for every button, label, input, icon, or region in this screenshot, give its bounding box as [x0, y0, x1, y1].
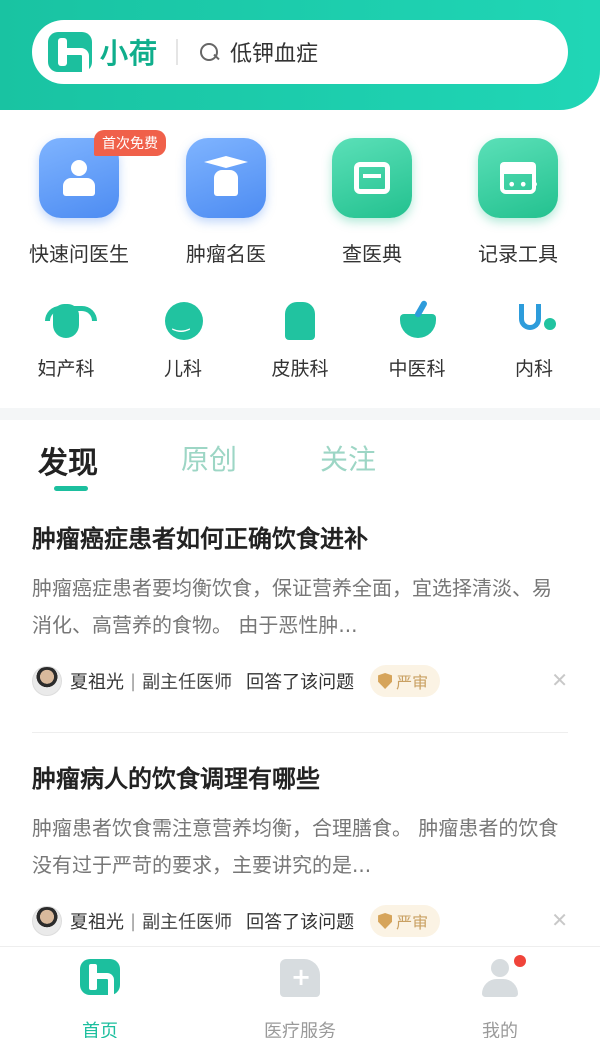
- article-card[interactable]: 肿瘤病人的饮食调理有哪些 肿瘤患者饮食需注意营养均衡，合理膳食。 肿瘤患者的饮食…: [32, 762, 568, 938]
- department-label: 中医科: [388, 358, 446, 380]
- app-logo: 小荷: [48, 32, 159, 73]
- author-name[interactable]: 夏祖光: [70, 668, 124, 694]
- department-tcm[interactable]: 中医科: [367, 300, 467, 381]
- department-pediatrics[interactable]: 儿科: [133, 300, 233, 381]
- department-label: 内科: [514, 358, 553, 380]
- author-title: 副主任医师: [142, 672, 233, 693]
- quick-entry-label: 查医典: [342, 242, 402, 266]
- shield-icon: [378, 913, 393, 929]
- answer-action: 回答了该问题: [246, 912, 355, 933]
- department-label: 皮肤科: [271, 358, 329, 380]
- article-title[interactable]: 肿瘤病人的饮食调理有哪些: [32, 762, 568, 796]
- department-label: 儿科: [163, 358, 202, 380]
- notification-dot: [514, 955, 526, 967]
- bottom-nav: 首页 医疗服务 我的: [0, 946, 600, 1038]
- quick-entry-oncology-experts[interactable]: 肿瘤名医: [161, 138, 291, 267]
- review-badge: 严审: [370, 665, 441, 697]
- article-card[interactable]: 肿瘤癌症患者如何正确饮食进补 肿瘤癌症患者要均衡饮食，保证营养全面，宜选择清淡、…: [32, 522, 568, 698]
- book-icon: [332, 138, 412, 218]
- department-label: 妇产科: [37, 358, 95, 380]
- nav-medical-services[interactable]: 医疗服务: [225, 959, 375, 1038]
- nav-profile[interactable]: 我的: [425, 955, 575, 1038]
- quick-entry-record-tools[interactable]: 记录工具: [453, 138, 583, 267]
- nav-label: 首页: [82, 1021, 118, 1038]
- tab-following[interactable]: 关注: [320, 438, 376, 478]
- department-shortcuts: 妇产科 儿科 皮肤科 中医科 内科: [0, 300, 600, 390]
- graduate-doctor-icon: [186, 138, 266, 218]
- article-summary: 肿瘤癌症患者要均衡饮食，保证营养全面，宜选择清淡、易消化、高营养的食物。 由于恶…: [32, 576, 552, 637]
- quick-entry-label: 快速问医生: [29, 242, 129, 266]
- department-obstetrics[interactable]: 妇产科: [16, 300, 116, 381]
- divider: [32, 732, 568, 733]
- article-summary: 肿瘤患者饮食需注意营养均衡，合理膳食。 肿瘤患者的饮食没有过于严苛的要求，主要讲…: [32, 816, 559, 877]
- quick-entry-label: 记录工具: [478, 242, 558, 266]
- stethoscope-icon: [511, 300, 557, 342]
- active-tab-indicator: [54, 486, 88, 491]
- logo-text: 小荷: [100, 37, 159, 70]
- department-dermatology[interactable]: 皮肤科: [250, 300, 350, 381]
- user-icon: [480, 955, 526, 999]
- header: 小荷 低钾血症: [0, 0, 600, 110]
- review-badge: 严审: [370, 905, 441, 937]
- search-bar[interactable]: 小荷 低钾血症: [32, 20, 568, 84]
- close-icon[interactable]: ✕: [551, 668, 568, 692]
- nav-label: 医疗服务: [264, 1021, 336, 1038]
- divider: [176, 39, 179, 65]
- free-badge: 首次免费: [94, 130, 166, 156]
- author-title: 副主任医师: [142, 912, 233, 933]
- author-name[interactable]: 夏祖光: [70, 908, 124, 934]
- quick-entry-ask-doctor[interactable]: 首次免费 快速问医生: [14, 130, 166, 267]
- avatar[interactable]: [32, 666, 62, 696]
- calendar-icon: [478, 138, 558, 218]
- child-face-icon: [160, 300, 206, 342]
- uterus-icon: [43, 300, 97, 342]
- article-meta: 夏祖光 | 副主任医师 回答了该问题 严审 ✕: [32, 904, 568, 938]
- home-logo-icon: [80, 959, 120, 999]
- quick-entry-label: 肿瘤名医: [186, 242, 266, 266]
- article-title[interactable]: 肿瘤癌症患者如何正确饮食进补: [32, 522, 568, 556]
- shield-icon: [378, 673, 393, 689]
- search-input[interactable]: 低钾血症: [230, 36, 318, 68]
- nav-home[interactable]: 首页: [25, 959, 175, 1038]
- hospital-icon: [280, 959, 320, 999]
- quick-entries: 首次免费 快速问医生 肿瘤名医 查医典 记录工具: [0, 130, 600, 273]
- search-icon: [198, 41, 220, 63]
- department-internal-medicine[interactable]: 内科: [484, 300, 584, 381]
- meta-separator: |: [130, 670, 137, 692]
- close-icon[interactable]: ✕: [551, 908, 568, 932]
- body-icon: [277, 300, 323, 342]
- tab-original[interactable]: 原创: [181, 438, 237, 478]
- avatar[interactable]: [32, 906, 62, 936]
- answer-action: 回答了该问题: [246, 672, 355, 693]
- review-label: 严审: [396, 913, 429, 932]
- tab-discover[interactable]: 发现: [38, 438, 98, 482]
- mortar-icon: [394, 300, 440, 342]
- feed-tabs: 发现 原创 关注: [0, 430, 600, 500]
- meta-separator: |: [130, 910, 137, 932]
- review-label: 严审: [396, 673, 429, 692]
- nav-label: 我的: [482, 1021, 518, 1038]
- article-meta: 夏祖光 | 副主任医师 回答了该问题 严审 ✕: [32, 664, 568, 698]
- logo-mark-icon: [48, 32, 92, 73]
- section-separator: [0, 408, 600, 420]
- quick-entry-medical-dictionary[interactable]: 查医典: [307, 138, 437, 267]
